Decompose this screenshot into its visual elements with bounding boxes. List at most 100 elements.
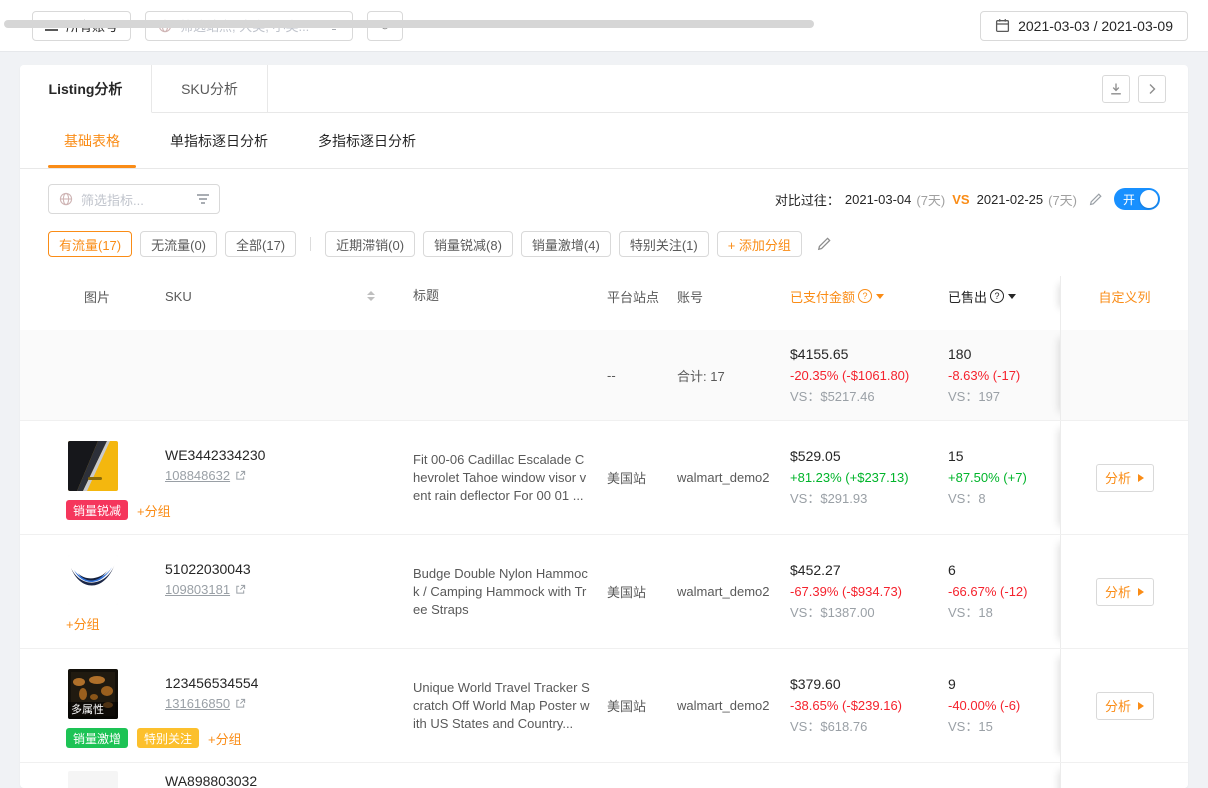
action-cell: 分析 [1060,649,1188,762]
action-cell [1060,763,1188,788]
sold-vs: VS：18 [948,602,1027,623]
sku-cell: 51022030043 109803181 [165,535,413,648]
toggle-knob [1140,190,1158,208]
group-no-traffic[interactable]: 无流量(0) [140,231,217,257]
header-sku[interactable]: SKU [165,276,413,316]
subtab-multi-metric-daily[interactable]: 多指标逐日分析 [302,113,432,168]
paid-change: -38.65% (-$239.16) [790,695,902,716]
summary-sold-vs: VS：197 [948,386,1020,407]
product-image[interactable]: 多属性 [68,669,118,719]
sold-vs: VS：15 [948,716,1020,737]
summary-site: -- [607,368,677,383]
date-range-label: 2021-03-03 / 2021-03-09 [1018,18,1173,34]
paid-value: $529.05 [790,446,909,467]
header-sold-label: 已售出 [948,287,987,306]
analyze-button[interactable]: 分析 [1096,578,1154,606]
product-image[interactable] [68,771,118,788]
group-stale[interactable]: 近期滞销(0) [325,231,415,257]
header-account: 账号 [677,287,790,306]
sold-cell: 15 +87.50% (+7) VS：8 [948,446,1060,509]
tab-listing-analysis[interactable]: Listing分析 [20,65,152,113]
item-id-text[interactable]: 131616850 [165,696,230,711]
sold-cell: 9 -40.00% (-6) VS：15 [948,674,1060,737]
paid-vs: VS：$291.93 [790,488,909,509]
add-to-group-link[interactable]: +分组 [208,729,242,748]
main-panel: Listing分析 SKU分析 基础表格 单指标逐日分析 [20,65,1188,788]
group-has-traffic[interactable]: 有流量(17) [48,231,132,257]
metric-filter-placeholder: 筛选指标... [81,190,144,209]
table-row: 销量锐减 +分组 WE3442334230 108848632 Fit 00-0… [20,420,1188,534]
sku-cell: WE3442334230 108848632 [165,421,413,534]
item-id-text[interactable]: 109803181 [165,582,230,597]
header-custom-columns[interactable]: 自定义列 [1060,276,1188,316]
sku-text: WE3442334230 [165,447,265,463]
sold-change: -66.67% (-12) [948,581,1027,602]
play-icon [1138,474,1144,482]
filter-row: 筛选指标... 对比过往： 2021-03-04 (7天) VS 2021-02… [20,184,1188,214]
edit-compare-button[interactable] [1088,192,1103,207]
vs-label: VS [952,192,969,207]
sold-value: 6 [948,560,1027,581]
tab-bar-actions [268,65,1188,113]
group-label: 近期滞销(0) [336,235,404,254]
subtab-single-metric-daily[interactable]: 单指标逐日分析 [154,113,284,168]
compare-toggle[interactable]: 开 [1114,188,1160,210]
header-site: 平台站点 [607,287,677,306]
platform-site: 美国站 [607,582,677,601]
question-circle-icon[interactable]: ? [858,289,872,303]
header-image-label: 图片 [84,287,110,306]
add-group-button[interactable]: + 添加分组 [717,231,802,257]
caret-down-icon [1008,294,1016,299]
sort-icon[interactable] [367,291,375,301]
group-label: 销量锐减(8) [434,235,502,254]
group-sales-surge[interactable]: 销量激增(4) [521,231,611,257]
external-link-icon[interactable] [235,698,246,709]
item-id-text[interactable]: 108848632 [165,468,230,483]
header-title-label: 标题 [413,287,439,305]
header-paid-amount[interactable]: 已支付金额 ? [790,287,948,306]
question-circle-icon[interactable]: ? [990,289,1004,303]
group-all[interactable]: 全部(17) [225,231,296,257]
header-sold[interactable]: 已售出 ? [948,287,1060,306]
external-link-icon[interactable] [235,470,246,481]
table-row: WA898803032 [20,762,1188,788]
summary-sku-cell [165,330,413,420]
tab-sku-analysis[interactable]: SKU分析 [152,65,268,113]
paid-amount-cell: $452.27 -67.39% (-$934.73) VS：$1387.00 [790,560,948,623]
item-id-link[interactable]: 109803181 [165,582,246,597]
multi-variant-overlay: 多属性 [68,702,118,719]
metric-filter-select[interactable]: 筛选指标... [48,184,220,214]
image-cell [64,763,165,788]
analyze-button[interactable]: 分析 [1096,464,1154,492]
summary-paid-cell: $4155.65 -20.35% (-$1061.80) VS：$5217.46 [790,344,948,407]
edit-groups-button[interactable] [816,236,832,252]
summary-total: 合计: 17 [677,366,790,385]
platform-site: 美国站 [607,468,677,487]
summary-paid-change: -20.35% (-$1061.80) [790,365,909,386]
product-image[interactable] [68,441,118,491]
group-special-watch[interactable]: 特别关注(1) [619,231,709,257]
badge-sales-drop: 销量锐减 [66,500,128,520]
item-id-link[interactable]: 131616850 [165,696,246,711]
download-button[interactable] [1102,75,1130,103]
group-sales-drop[interactable]: 销量锐减(8) [423,231,513,257]
subtab-basic-table[interactable]: 基础表格 [48,113,136,168]
date-range-button[interactable]: 2021-03-03 / 2021-03-09 [980,11,1188,41]
header-site-label: 平台站点 [607,287,659,306]
compare-days-b: (7天) [1048,190,1077,209]
summary-fixed-cell [1060,330,1188,420]
compare-days-a: (7天) [916,190,945,209]
analyze-button[interactable]: 分析 [1096,692,1154,720]
external-link-icon[interactable] [235,584,246,595]
add-to-group-link[interactable]: +分组 [137,501,171,520]
tab-bar: Listing分析 SKU分析 [20,65,1188,113]
image-cell: 销量锐减 +分组 [64,421,165,534]
summary-paid-vs: VS：$5217.46 [790,386,909,407]
summary-sold-value: 180 [948,344,1020,365]
item-id-link[interactable]: 108848632 [165,468,246,483]
collapse-panel-button[interactable] [1138,75,1166,103]
add-to-group-link[interactable]: +分组 [66,614,100,633]
tab-listing-label: Listing分析 [49,79,123,99]
product-image[interactable] [68,555,118,605]
account-name: walmart_demo2 [677,698,790,713]
